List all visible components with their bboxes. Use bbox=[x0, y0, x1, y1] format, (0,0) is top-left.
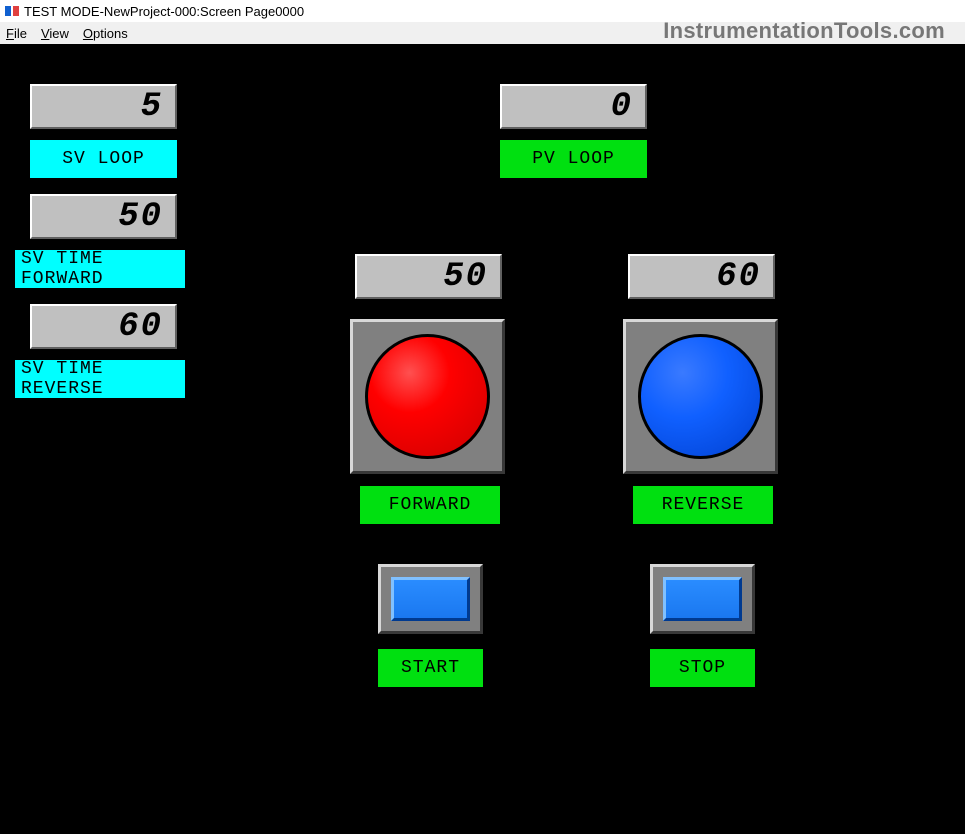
app-icon bbox=[4, 3, 20, 19]
window-title: TEST MODE-NewProject-000:Screen Page0000 bbox=[24, 4, 304, 19]
watermark-text: InstrumentationTools.com bbox=[663, 18, 945, 44]
start-label: START bbox=[378, 649, 483, 687]
sv-time-forward-label: SV TIME FORWARD bbox=[15, 250, 185, 288]
sv-time-reverse-label: SV TIME REVERSE bbox=[15, 360, 185, 398]
forward-lamp-indicator bbox=[365, 334, 490, 459]
menu-options[interactable]: Options bbox=[83, 26, 128, 41]
stop-button-face bbox=[663, 577, 742, 622]
hmi-canvas: 5 SV LOOP 50 SV TIME FORWARD 60 SV TIME … bbox=[0, 44, 965, 834]
forward-value-display[interactable]: 50 bbox=[355, 254, 502, 299]
stop-label: STOP bbox=[650, 649, 755, 687]
reverse-value-display[interactable]: 60 bbox=[628, 254, 775, 299]
forward-lamp[interactable] bbox=[350, 319, 505, 474]
sv-time-forward-display[interactable]: 50 bbox=[30, 194, 177, 239]
pv-loop-display[interactable]: 0 bbox=[500, 84, 647, 129]
forward-label: FORWARD bbox=[360, 486, 500, 524]
pv-loop-label: PV LOOP bbox=[500, 140, 647, 178]
start-button-face bbox=[391, 577, 470, 622]
sv-loop-display[interactable]: 5 bbox=[30, 84, 177, 129]
start-button[interactable] bbox=[378, 564, 483, 634]
reverse-label: REVERSE bbox=[633, 486, 773, 524]
reverse-lamp-indicator bbox=[638, 334, 763, 459]
stop-button[interactable] bbox=[650, 564, 755, 634]
reverse-lamp[interactable] bbox=[623, 319, 778, 474]
menu-file[interactable]: File bbox=[6, 26, 27, 41]
sv-loop-label: SV LOOP bbox=[30, 140, 177, 178]
sv-time-reverse-display[interactable]: 60 bbox=[30, 304, 177, 349]
app-window: TEST MODE-NewProject-000:Screen Page0000… bbox=[0, 0, 965, 834]
menu-view[interactable]: View bbox=[41, 26, 69, 41]
